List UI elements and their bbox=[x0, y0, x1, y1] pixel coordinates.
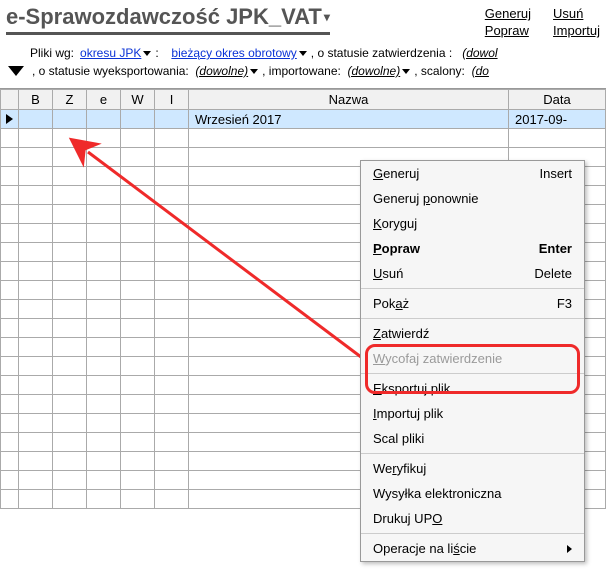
link-usun[interactable]: Usuń bbox=[553, 6, 600, 21]
link-popraw[interactable]: Popraw bbox=[485, 23, 531, 38]
menu-separator bbox=[361, 373, 584, 374]
cell[interactable] bbox=[53, 110, 87, 129]
lbl-scalony: , scalony: bbox=[414, 64, 465, 78]
menu-usun[interactable]: Usuń Delete bbox=[361, 261, 584, 286]
menu-scal[interactable]: Scal pliki bbox=[361, 426, 584, 451]
row-marker-cell bbox=[1, 110, 19, 129]
lbl-status-exp: , o statusie wyeksportowania: bbox=[32, 64, 189, 78]
cell-data[interactable]: 2017-09- bbox=[509, 110, 606, 129]
menu-wycofaj: Wycofaj zatwierdzenie bbox=[361, 346, 584, 371]
filter-status-exp-val[interactable]: (dowolne) bbox=[195, 64, 248, 78]
filter-biezacy-okres[interactable]: bieżący okres obrotowy bbox=[171, 46, 296, 60]
menu-popraw-sc: Enter bbox=[539, 241, 572, 256]
menu-importuj[interactable]: Importuj plik bbox=[361, 401, 584, 426]
menu-scal-label: Scal pliki bbox=[373, 431, 424, 446]
lbl-importowane: , importowane: bbox=[262, 64, 341, 78]
caret-icon[interactable] bbox=[402, 69, 410, 74]
menu-separator bbox=[361, 288, 584, 289]
table-row[interactable]: Wrzesień 20172017-09- bbox=[1, 110, 606, 129]
menu-wysylka-label: Wysyłka elektroniczna bbox=[373, 486, 501, 501]
col-z[interactable]: Z bbox=[53, 90, 87, 110]
header-row: e-Sprawozdawczość JPK_VAT ▾ Generuj Usuń… bbox=[0, 0, 606, 38]
row-marker-icon bbox=[6, 114, 13, 124]
grid-header-row: B Z e W I Nazwa Data bbox=[1, 90, 606, 110]
menu-wysylka[interactable]: Wysyłka elektroniczna bbox=[361, 481, 584, 506]
col-nazwa[interactable]: Nazwa bbox=[189, 90, 509, 110]
filter-row-1: Pliki wg: okresu JPK : bieżący okres obr… bbox=[30, 46, 600, 60]
menu-usun-sc: Delete bbox=[534, 266, 572, 281]
col-i[interactable]: I bbox=[155, 90, 189, 110]
caret-icon[interactable] bbox=[143, 51, 151, 56]
filter-scalony-val[interactable]: (do bbox=[472, 64, 489, 78]
page-title[interactable]: e-Sprawozdawczość JPK_VAT ▾ bbox=[6, 4, 330, 35]
menu-zatwierdz[interactable]: Zatwierdź bbox=[361, 321, 584, 346]
expand-filters-icon[interactable] bbox=[8, 66, 24, 76]
menu-generuj-ponownie[interactable]: Generuj ponownie bbox=[361, 186, 584, 211]
cell[interactable] bbox=[19, 110, 53, 129]
filter-importowane-val[interactable]: (dowolne) bbox=[348, 64, 401, 78]
menu-generuj-rest: eneruj bbox=[383, 166, 419, 181]
filter-status-zatw-val[interactable]: (dowol bbox=[462, 46, 497, 60]
col-w[interactable]: W bbox=[121, 90, 155, 110]
menu-separator bbox=[361, 453, 584, 454]
submenu-arrow-icon bbox=[567, 545, 572, 553]
menu-drukuj-upo[interactable]: Drukuj UPO bbox=[361, 506, 584, 531]
lbl-pliki-wg: Pliki wg: bbox=[30, 46, 74, 60]
menu-weryfikuj[interactable]: Weryfikuj bbox=[361, 456, 584, 481]
caret-icon[interactable] bbox=[299, 51, 307, 56]
menu-popraw[interactable]: Popraw Enter bbox=[361, 236, 584, 261]
link-importuj[interactable]: Importuj bbox=[553, 23, 600, 38]
colon: : bbox=[155, 46, 158, 60]
col-b[interactable]: B bbox=[19, 90, 53, 110]
cell-nazwa[interactable]: Wrzesień 2017 bbox=[189, 110, 509, 129]
menu-pokaz-sc: F3 bbox=[557, 296, 572, 311]
filter-row-2: , o statusie wyeksportowania: (dowolne) … bbox=[30, 64, 600, 78]
menu-koryguj[interactable]: Koryguj bbox=[361, 211, 584, 236]
col-data[interactable]: Data bbox=[509, 90, 606, 110]
cell[interactable] bbox=[87, 110, 121, 129]
menu-eksportuj[interactable]: Eksportuj plik bbox=[361, 376, 584, 401]
table-row[interactable] bbox=[1, 129, 606, 148]
cell[interactable] bbox=[155, 110, 189, 129]
caret-icon[interactable] bbox=[250, 69, 258, 74]
menu-pokaz[interactable]: Pokaż F3 bbox=[361, 291, 584, 316]
menu-generuj-sc: Insert bbox=[539, 166, 572, 181]
header-links: Generuj Usuń Popraw Importuj bbox=[485, 4, 600, 38]
menu-separator bbox=[361, 318, 584, 319]
menu-separator bbox=[361, 533, 584, 534]
lbl-status-zatw: , o statusie zatwierdzenia : bbox=[311, 46, 452, 60]
menu-generuj[interactable]: Generuj Insert bbox=[361, 161, 584, 186]
context-menu: Generuj Insert Generuj ponownie Koryguj … bbox=[360, 160, 585, 562]
col-marker bbox=[1, 90, 19, 110]
filter-okresu-jpk[interactable]: okresu JPK bbox=[80, 46, 141, 60]
filters: Pliki wg: okresu JPK : bieżący okres obr… bbox=[0, 38, 606, 88]
page-title-text: e-Sprawozdawczość JPK_VAT bbox=[6, 4, 322, 30]
link-generuj[interactable]: Generuj bbox=[485, 6, 531, 21]
menu-operacje-na-liscie[interactable]: Operacje na liście bbox=[361, 536, 584, 561]
cell[interactable] bbox=[121, 110, 155, 129]
col-e[interactable]: e bbox=[87, 90, 121, 110]
title-caret-icon: ▾ bbox=[324, 10, 330, 24]
